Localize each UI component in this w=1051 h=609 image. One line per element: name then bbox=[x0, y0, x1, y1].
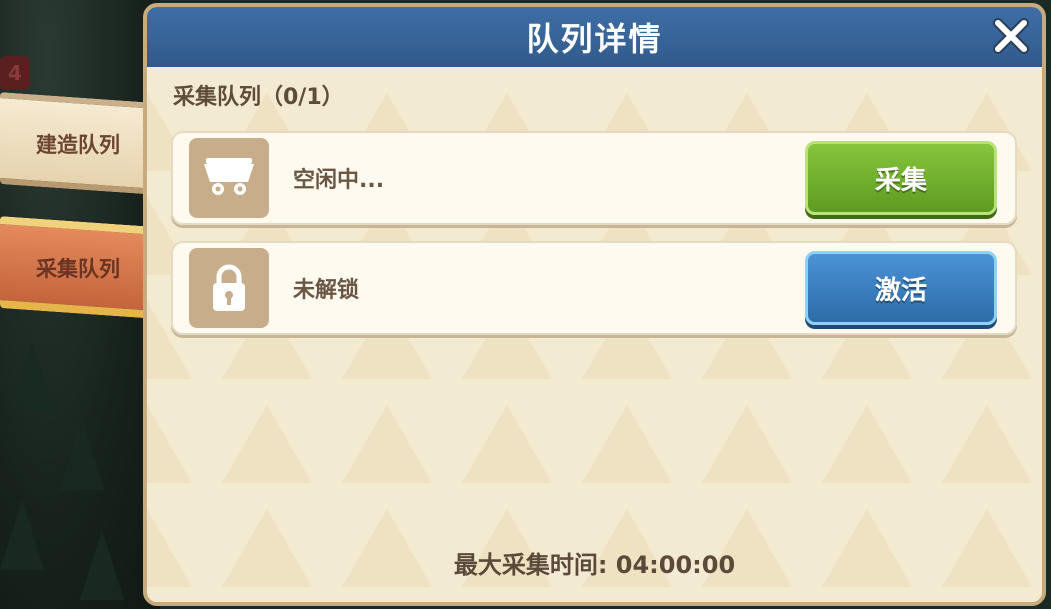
gather-button[interactable]: 采集 bbox=[805, 141, 997, 215]
mine-cart-icon bbox=[204, 158, 254, 195]
max-gather-time: 最大采集时间: 04:00:00 bbox=[453, 551, 736, 579]
close-button[interactable] bbox=[988, 13, 1034, 59]
tree-decoration bbox=[10, 340, 54, 410]
activate-button[interactable]: 激活 bbox=[805, 251, 997, 325]
tree-decoration bbox=[80, 530, 124, 600]
close-icon bbox=[993, 18, 1029, 54]
dialog-title: 队列详情 bbox=[526, 20, 663, 58]
activate-button-label: 激活 bbox=[874, 275, 927, 306]
queue-status-text: 空闲中... bbox=[293, 168, 385, 193]
dialog-titlebar: 队列详情 bbox=[147, 7, 1042, 67]
section-label: 采集队列（0/1） bbox=[173, 85, 344, 110]
tab-label: 采集队列 bbox=[36, 257, 120, 281]
background-count-badge: 4 bbox=[0, 56, 30, 90]
tree-decoration bbox=[0, 500, 44, 570]
queue-status-text: 未解锁 bbox=[293, 278, 360, 303]
queue-details-dialog: 队列详情 采集队列（0/1） 空闲中... 采集 未解锁 激活 最大采集时间: … bbox=[143, 3, 1046, 606]
gather-button-label: 采集 bbox=[874, 165, 927, 196]
tree-decoration bbox=[60, 420, 104, 490]
queue-row: 空闲中... 采集 bbox=[171, 131, 1017, 225]
padlock-icon bbox=[213, 264, 245, 311]
queue-slot-icon-box bbox=[189, 248, 269, 328]
queue-slot-icon-box bbox=[189, 138, 269, 218]
queue-row: 未解锁 激活 bbox=[171, 241, 1017, 335]
tab-label: 建造队列 bbox=[36, 133, 120, 157]
